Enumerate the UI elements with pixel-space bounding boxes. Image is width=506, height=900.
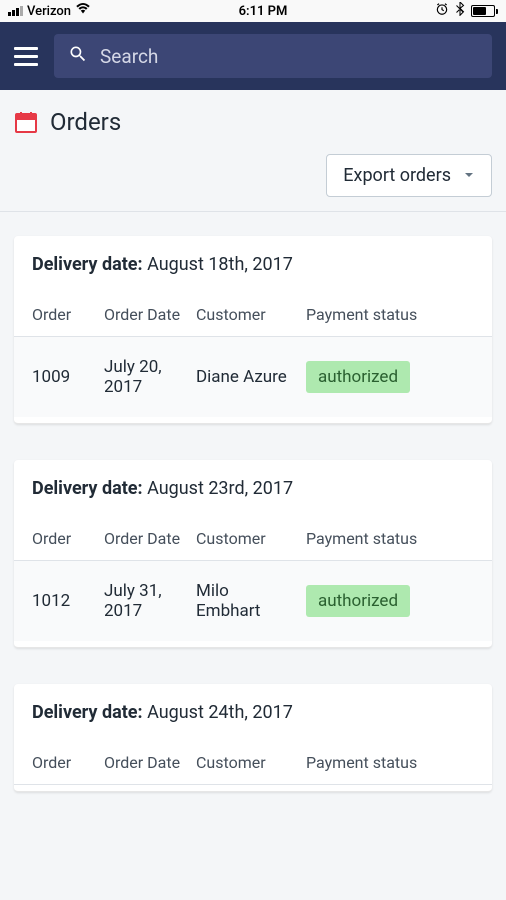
payment-status: authorized [306, 361, 474, 393]
page-title: Orders [50, 108, 121, 136]
wifi-icon [75, 3, 91, 19]
delivery-date-header: Delivery date: August 18th, 2017 [14, 254, 492, 293]
divider [0, 211, 506, 212]
status-badge: authorized [306, 361, 410, 393]
payment-status: authorized [306, 585, 474, 617]
table-header: Order Order Date Customer Payment status [14, 741, 492, 785]
orders-table: Order Order Date Customer Payment status… [14, 293, 492, 417]
order-date: July 20, 2017 [104, 357, 196, 397]
status-time: 6:11 PM [239, 4, 288, 19]
col-date-header: Order Date [104, 529, 196, 548]
search-field[interactable] [54, 34, 492, 78]
table-header: Order Order Date Customer Payment status [14, 517, 492, 561]
table-row[interactable]: 1009 July 20, 2017 Diane Azure authorize… [14, 337, 492, 417]
customer-name: Diane Azure [196, 367, 306, 387]
chevron-down-icon [463, 165, 475, 186]
orders-table: Order Order Date Customer Payment status [14, 741, 492, 785]
export-label: Export orders [343, 165, 451, 186]
col-status-header: Payment status [306, 753, 474, 772]
col-date-header: Order Date [104, 305, 196, 324]
delivery-date-header: Delivery date: August 23rd, 2017 [14, 478, 492, 517]
signal-icon [8, 6, 23, 16]
order-group-card: Delivery date: August 18th, 2017 Order O… [14, 236, 492, 424]
alarm-icon [435, 2, 449, 20]
page-title-row: Orders [0, 90, 506, 146]
order-date: July 31, 2017 [104, 581, 196, 621]
calendar-icon [14, 110, 38, 134]
col-order-header: Order [32, 529, 104, 548]
col-customer-header: Customer [196, 305, 306, 324]
status-badge: authorized [306, 585, 410, 617]
battery-icon [471, 5, 498, 17]
export-orders-button[interactable]: Export orders [326, 154, 492, 197]
col-customer-header: Customer [196, 753, 306, 772]
export-row: Export orders [0, 146, 506, 211]
col-status-header: Payment status [306, 529, 474, 548]
delivery-date-header: Delivery date: August 24th, 2017 [14, 702, 492, 741]
col-date-header: Order Date [104, 753, 196, 772]
status-bar: Verizon 6:11 PM [0, 0, 506, 22]
search-input[interactable] [100, 45, 478, 68]
order-id: 1012 [32, 591, 104, 611]
table-header: Order Order Date Customer Payment status [14, 293, 492, 337]
status-left: Verizon [8, 3, 91, 19]
col-customer-header: Customer [196, 529, 306, 548]
search-icon [68, 44, 88, 68]
app-header [0, 22, 506, 90]
col-order-header: Order [32, 753, 104, 772]
order-group-card: Delivery date: August 23rd, 2017 Order O… [14, 460, 492, 648]
carrier-label: Verizon [27, 4, 71, 19]
order-group-card: Delivery date: August 24th, 2017 Order O… [14, 684, 492, 792]
customer-name: Milo Embhart [196, 581, 306, 621]
col-status-header: Payment status [306, 305, 474, 324]
table-row[interactable]: 1012 July 31, 2017 Milo Embhart authoriz… [14, 561, 492, 641]
menu-button[interactable] [14, 47, 38, 66]
col-order-header: Order [32, 305, 104, 324]
status-right [435, 2, 498, 20]
bluetooth-icon [455, 2, 465, 20]
order-id: 1009 [32, 367, 104, 387]
orders-table: Order Order Date Customer Payment status… [14, 517, 492, 641]
